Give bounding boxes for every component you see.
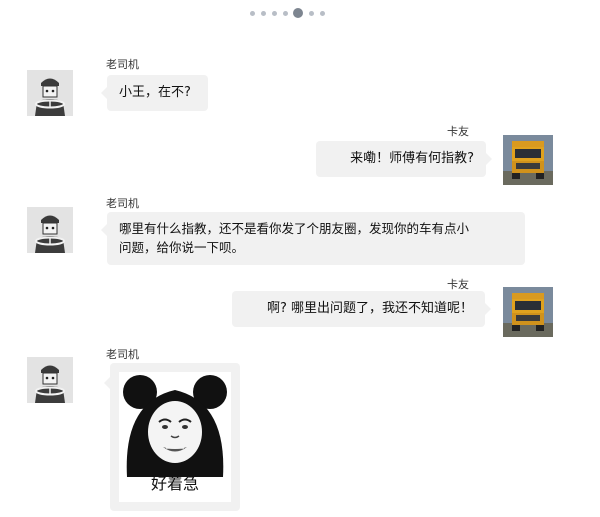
sender-name: 卡友 <box>447 125 469 138</box>
page-dot[interactable] <box>261 11 266 16</box>
sender-name: 老司机 <box>106 197 139 210</box>
page-dot[interactable] <box>272 11 277 16</box>
page-dot[interactable] <box>309 11 314 16</box>
message-text: 啊? 哪里出问题了，我还不知道呢！ <box>266 301 473 316</box>
message-bubble[interactable]: 哪里有什么指教，还不是看你发了个朋友圈，发现你的车有点小 问题，给你说一下呗。 <box>101 212 525 265</box>
message-text: 小王，在不? <box>119 85 191 100</box>
sender-name: 老司机 <box>106 348 139 361</box>
sender-name: 老司机 <box>106 58 139 71</box>
page-dot[interactable] <box>283 11 288 16</box>
page-dot-active[interactable] <box>293 8 303 18</box>
message-bubble[interactable]: 来嘞！师傅有何指教? <box>316 141 492 177</box>
driver-avatar-icon[interactable] <box>27 70 73 116</box>
message-text: 来嘞！师傅有何指教? <box>350 151 474 166</box>
message-bubble[interactable]: 小王，在不? <box>101 75 208 111</box>
message-bubble[interactable]: 啊? 哪里出问题了，我还不知道呢！ <box>232 291 491 327</box>
driver-avatar-icon[interactable] <box>27 207 73 253</box>
driver-avatar-icon[interactable] <box>27 357 73 403</box>
page-dot[interactable] <box>320 11 325 16</box>
truck-avatar-icon[interactable] <box>503 135 553 185</box>
panda-face-icon <box>119 372 231 477</box>
sticker-caption: 好着急 <box>150 474 199 493</box>
page-indicator <box>0 8 600 20</box>
message-text-line: 哪里有什么指教，还不是看你发了个朋友圈，发现你的车有点小 <box>119 221 470 236</box>
message-text-line: 问题，给你说一下呗。 <box>119 240 245 255</box>
page-dot[interactable] <box>250 11 255 16</box>
panda-meme-sticker: 好着急 <box>119 372 231 502</box>
truck-avatar-icon[interactable] <box>503 287 553 337</box>
sticker-message[interactable]: 好着急 <box>104 363 240 511</box>
sender-name: 卡友 <box>447 278 469 291</box>
